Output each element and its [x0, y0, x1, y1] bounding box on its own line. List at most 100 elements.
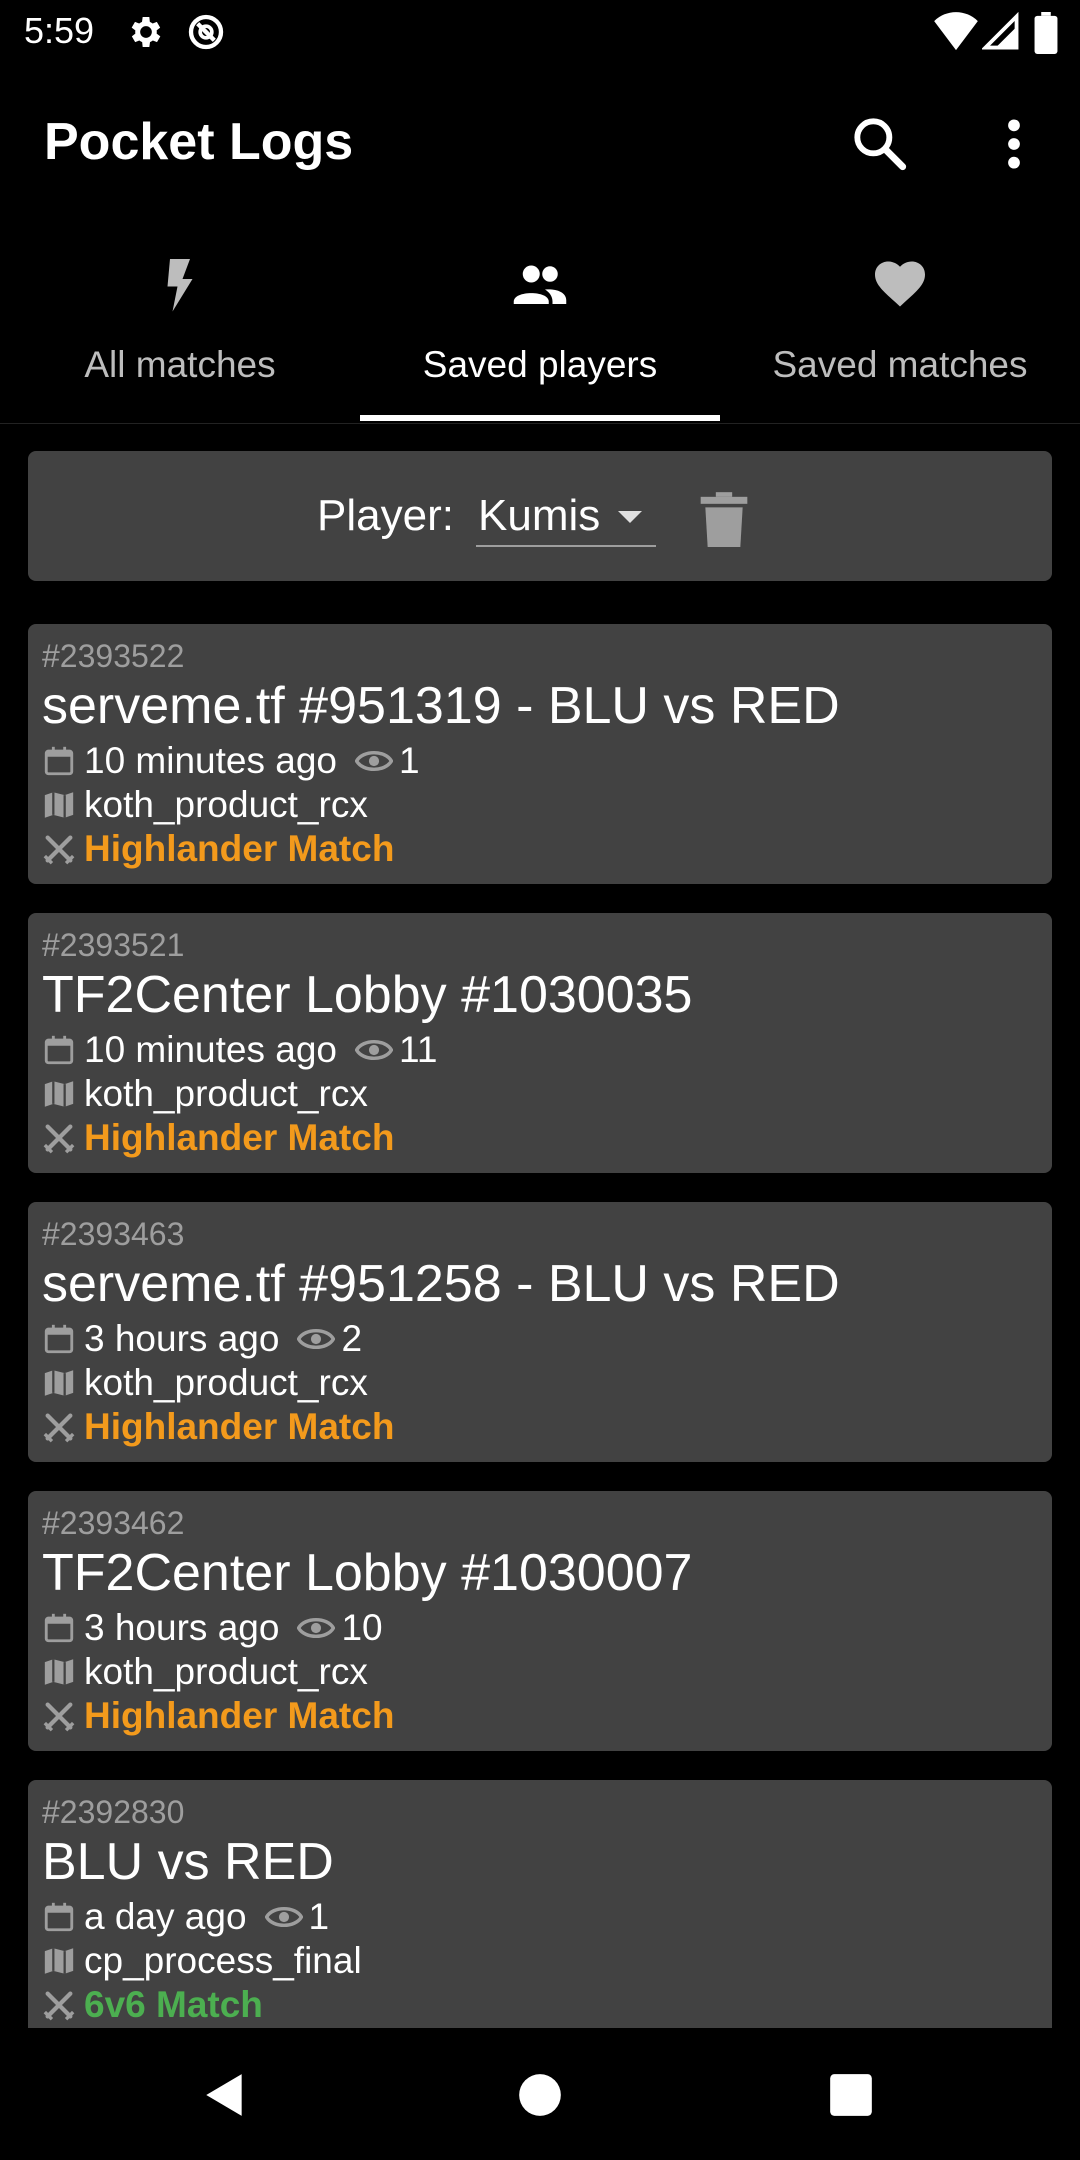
tab-label: Saved matches [772, 344, 1028, 385]
match-time: 10 minutes ago [84, 740, 338, 781]
match-card[interactable]: #2393462 TF2Center Lobby #1030007 3 hour… [28, 1491, 1052, 1751]
match-id: #2392830 [42, 1794, 185, 1830]
match-type-row: 6v6 Match [42, 1984, 263, 2028]
match-map-row: koth_product_rcx [42, 1073, 368, 1117]
match-list: #2393522 serveme.tf #951319 - BLU vs RED… [28, 624, 1052, 2028]
match-time-row: 3 hours ago 2 [42, 1318, 362, 1362]
delete-icon[interactable] [700, 491, 748, 547]
heart-icon [875, 261, 925, 307]
match-views: 1 [308, 1896, 330, 1937]
battery-icon [1034, 12, 1058, 54]
match-type-row: Highlander Match [42, 828, 394, 872]
status-bar: 5:59 [0, 0, 1080, 66]
more-options-icon[interactable] [982, 112, 1046, 176]
crossed-swords-icon [43, 835, 75, 865]
player-label: Player: [317, 491, 454, 540]
player-dropdown-value: Kumis [478, 491, 601, 540]
eye-icon [355, 1039, 394, 1061]
match-id: #2393462 [42, 1505, 185, 1541]
map-icon [44, 792, 74, 818]
match-map: koth_product_rcx [84, 1362, 368, 1403]
player-dropdown[interactable]: Kumis [476, 483, 656, 547]
settings-icon [131, 17, 161, 47]
match-time-row: 10 minutes ago 1 [42, 740, 420, 784]
match-card[interactable]: #2393463 serveme.tf #951258 - BLU vs RED… [28, 1202, 1052, 1462]
crossed-swords-icon [43, 1702, 75, 1732]
tab-all-matches[interactable]: All matches [0, 226, 360, 423]
eye-icon [264, 1906, 303, 1928]
match-map: koth_product_rcx [84, 1073, 368, 1114]
calendar-icon [44, 1902, 74, 1932]
match-views: 2 [341, 1318, 363, 1359]
match-time: 3 hours ago [84, 1318, 280, 1359]
match-title: serveme.tf #951319 - BLU vs RED [42, 677, 840, 735]
status-time: 5:59 [24, 10, 95, 51]
match-time-row: 3 hours ago 10 [42, 1607, 383, 1651]
lightning-icon [167, 259, 193, 312]
app-bar: Pocket Logs [0, 66, 1080, 226]
map-icon [44, 1948, 74, 1974]
match-title: TF2Center Lobby #1030007 [42, 1544, 693, 1602]
match-type: Highlander Match [84, 828, 395, 869]
match-map: koth_product_rcx [84, 1651, 368, 1692]
eye-icon [297, 1617, 336, 1639]
cell-signal-icon [982, 12, 1019, 50]
eye-icon [297, 1328, 336, 1350]
people-icon [513, 265, 567, 304]
match-title: TF2Center Lobby #1030035 [42, 966, 693, 1024]
back-icon[interactable] [200, 2070, 250, 2120]
tab-bar: All matches Saved players Saved matches [0, 226, 1080, 424]
match-time-row: 10 minutes ago 11 [42, 1029, 437, 1073]
match-title: BLU vs RED [42, 1833, 334, 1891]
match-time: 10 minutes ago [84, 1029, 338, 1070]
dropdown-arrow-icon [618, 511, 642, 523]
map-icon [44, 1659, 74, 1685]
match-id: #2393522 [42, 638, 185, 674]
crossed-swords-icon [43, 1991, 75, 2021]
match-type: Highlander Match [84, 1117, 395, 1158]
calendar-icon [44, 1613, 74, 1643]
active-tab-indicator [360, 415, 720, 421]
calendar-icon [44, 1035, 74, 1065]
search-icon[interactable] [848, 112, 912, 176]
match-time: a day ago [84, 1896, 247, 1937]
match-views: 1 [399, 740, 420, 781]
match-map-row: cp_process_final [42, 1940, 362, 1984]
match-card[interactable]: #2392830 BLU vs RED a day ago 1 cp_proces… [28, 1780, 1052, 2028]
map-icon [44, 1081, 74, 1107]
recents-icon[interactable] [826, 2070, 876, 2120]
map-icon [44, 1370, 74, 1396]
match-map-row: koth_product_rcx [42, 1651, 368, 1695]
match-time-row: a day ago 1 [42, 1896, 329, 1940]
system-nav-bar [0, 2028, 1080, 2160]
home-icon[interactable] [515, 2070, 565, 2120]
data-saver-icon [188, 14, 224, 50]
match-id: #2393521 [42, 927, 185, 963]
tab-label: Saved players [422, 344, 658, 385]
crossed-swords-icon [43, 1413, 75, 1443]
eye-icon [355, 750, 394, 772]
match-id: #2393463 [42, 1216, 185, 1252]
match-type: Highlander Match [84, 1406, 395, 1447]
match-title: serveme.tf #951258 - BLU vs RED [42, 1255, 840, 1313]
match-type: Highlander Match [84, 1695, 395, 1736]
match-type: 6v6 Match [84, 1984, 263, 2025]
tab-saved-matches[interactable]: Saved matches [720, 226, 1080, 423]
tab-saved-players[interactable]: Saved players [360, 226, 720, 423]
match-card[interactable]: #2393522 serveme.tf #951319 - BLU vs RED… [28, 624, 1052, 884]
match-map: koth_product_rcx [84, 784, 368, 825]
match-map: cp_process_final [84, 1940, 362, 1981]
wifi-icon [934, 12, 978, 51]
match-type-row: Highlander Match [42, 1117, 394, 1161]
match-card[interactable]: #2393521 TF2Center Lobby #1030035 10 min… [28, 913, 1052, 1173]
match-views: 11 [399, 1029, 438, 1070]
match-time: 3 hours ago [84, 1607, 280, 1648]
tab-label: All matches [84, 344, 276, 385]
app-title: Pocket Logs [44, 113, 354, 171]
match-type-row: Highlander Match [42, 1695, 394, 1739]
player-filter-bar: Player: Kumis [28, 451, 1052, 581]
crossed-swords-icon [43, 1124, 75, 1154]
match-views: 10 [341, 1607, 383, 1648]
match-map-row: koth_product_rcx [42, 784, 368, 828]
match-type-row: Highlander Match [42, 1406, 394, 1450]
